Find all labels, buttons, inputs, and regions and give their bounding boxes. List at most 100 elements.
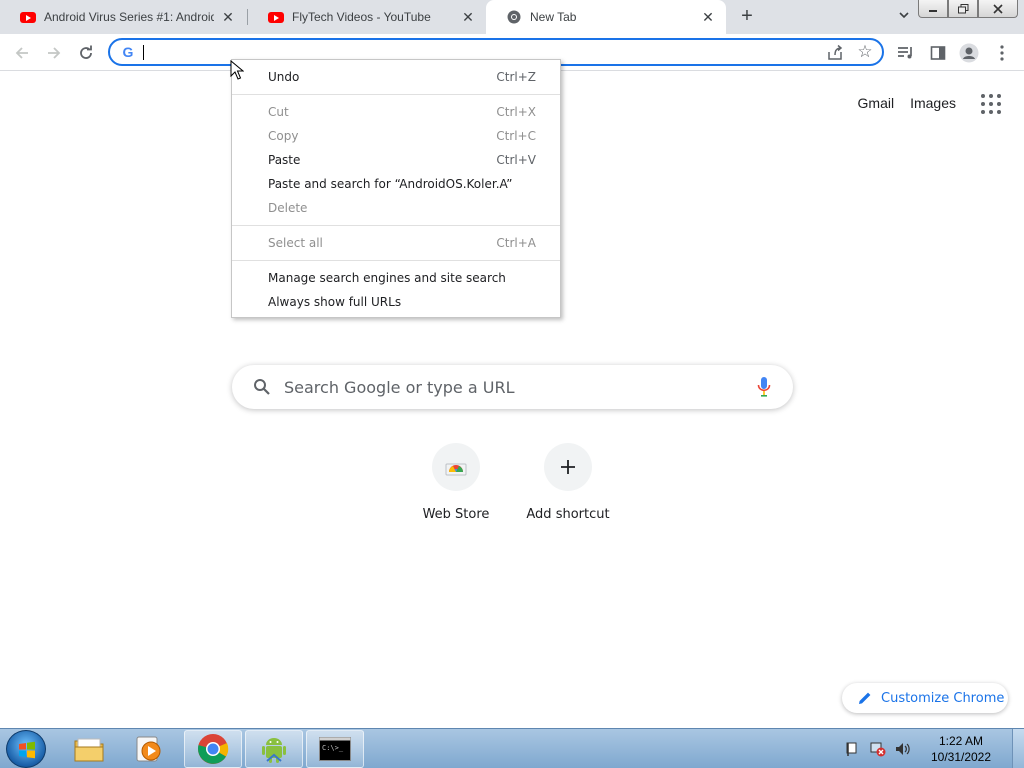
reading-list-button[interactable] xyxy=(894,41,918,65)
menu-item-label: Undo xyxy=(268,70,300,84)
start-button[interactable] xyxy=(6,730,46,768)
profile-button[interactable] xyxy=(957,41,981,65)
menu-item-select-all[interactable]: Select all Ctrl+A xyxy=(232,231,560,255)
plus-icon xyxy=(544,443,592,491)
tab-android-virus[interactable]: Android Virus Series #1: Android ✕ xyxy=(0,0,246,34)
search-placeholder: Search Google or type a URL xyxy=(284,378,515,397)
menu-item-label: Paste and search for “AndroidOS.Koler.A” xyxy=(268,177,513,191)
reload-button[interactable] xyxy=(74,41,98,65)
share-icon[interactable] xyxy=(826,44,844,62)
images-link[interactable]: Images xyxy=(910,95,956,111)
volume-icon[interactable] xyxy=(895,741,911,757)
google-apps-icon[interactable] xyxy=(979,92,1003,116)
shortcut-label: Add shortcut xyxy=(526,507,610,522)
menu-separator xyxy=(232,260,560,261)
menu-item-shortcut: Ctrl+Z xyxy=(496,70,536,84)
ntp-header-links: Gmail Images xyxy=(858,95,956,111)
menu-item-copy[interactable]: Copy Ctrl+C xyxy=(232,124,560,148)
menu-item-label: Manage search engines and site search xyxy=(268,271,506,285)
menu-item-label: Delete xyxy=(268,201,308,215)
show-desktop-button[interactable] xyxy=(1012,729,1024,768)
tab-title: FlyTech Videos - YouTube xyxy=(292,10,431,24)
menu-item-label: Copy xyxy=(268,129,299,143)
menu-item-undo[interactable]: Undo Ctrl+Z xyxy=(232,65,560,89)
avatar-icon xyxy=(959,43,979,63)
tab-search-icon[interactable] xyxy=(896,9,912,25)
menu-item-delete[interactable]: Delete xyxy=(232,196,560,220)
forward-arrow-icon xyxy=(48,47,61,59)
network-error-icon[interactable] xyxy=(870,741,886,757)
system-tray: 1:22 AM 10/31/2022 xyxy=(845,729,1024,768)
window-controls xyxy=(918,0,1018,18)
shortcut-web-store[interactable]: Web Store xyxy=(400,443,512,522)
shortcut-add[interactable]: Add shortcut xyxy=(512,443,624,522)
close-window-button[interactable] xyxy=(978,0,1018,18)
ntp-search-box[interactable]: Search Google or type a URL xyxy=(232,365,793,409)
search-icon xyxy=(254,379,270,395)
folder-icon xyxy=(74,738,104,762)
android-icon xyxy=(262,738,286,763)
customize-label: Customize Chrome xyxy=(881,690,1005,706)
menu-item-paste-and-search[interactable]: Paste and search for “AndroidOS.Koler.A” xyxy=(232,172,560,196)
windows-logo-icon xyxy=(19,741,35,759)
menu-item-label: Always show full URLs xyxy=(268,295,402,309)
taskbar-chrome[interactable] xyxy=(184,730,242,768)
clock-time: 1:22 AM xyxy=(938,734,984,748)
pencil-icon xyxy=(859,692,871,704)
cmd-text: C:\>_ xyxy=(322,744,344,752)
windows-taskbar: C:\>_ 1:22 AM 10/31/2022 xyxy=(0,728,1024,768)
side-panel-button[interactable] xyxy=(926,41,950,65)
tab-title: Android Virus Series #1: Android xyxy=(44,10,214,24)
tab-title: New Tab xyxy=(530,10,577,24)
menu-separator xyxy=(232,225,560,226)
web-store-icon xyxy=(432,443,480,491)
side-panel-icon xyxy=(930,46,946,60)
shortcut-label: Web Store xyxy=(422,507,490,522)
taskbar-command-prompt[interactable]: C:\>_ xyxy=(306,730,364,768)
youtube-icon xyxy=(20,9,36,25)
restore-button[interactable] xyxy=(948,0,978,18)
close-icon[interactable]: ✕ xyxy=(700,9,716,25)
taskbar-clock[interactable]: 1:22 AM 10/31/2022 xyxy=(920,733,1002,765)
menu-item-always-show-full-urls[interactable]: Always show full URLs xyxy=(232,290,560,314)
menu-item-paste[interactable]: Paste Ctrl+V xyxy=(232,148,560,172)
menu-item-shortcut: Ctrl+A xyxy=(496,236,536,250)
customize-chrome-button[interactable]: Customize Chrome xyxy=(842,683,1008,713)
close-icon[interactable]: ✕ xyxy=(220,9,236,25)
new-tab-button[interactable]: + xyxy=(737,6,757,27)
media-queue-icon xyxy=(898,47,912,59)
action-center-flag-icon[interactable] xyxy=(845,741,861,757)
taskbar-android[interactable] xyxy=(245,730,303,768)
back-button[interactable] xyxy=(10,41,34,65)
cmd-icon: C:\>_ xyxy=(319,737,351,761)
menu-item-label: Paste xyxy=(268,153,301,167)
gmail-link[interactable]: Gmail xyxy=(858,95,895,111)
media-player-icon xyxy=(136,736,161,762)
bookmark-star-icon[interactable]: ☆ xyxy=(856,43,874,61)
menu-item-cut[interactable]: Cut Ctrl+X xyxy=(232,100,560,124)
forward-button[interactable] xyxy=(42,41,66,65)
menu-item-manage-search-engines[interactable]: Manage search engines and site search xyxy=(232,266,560,290)
clock-date: 10/31/2022 xyxy=(930,750,992,764)
minimize-button[interactable] xyxy=(918,0,948,18)
menu-separator xyxy=(232,94,560,95)
omnibox-context-menu: Undo Ctrl+Z Cut Ctrl+X Copy Ctrl+C Paste… xyxy=(231,59,561,318)
tab-strip: Android Virus Series #1: Android ✕ FlyTe… xyxy=(0,0,1024,34)
chrome-icon xyxy=(506,9,522,25)
close-icon[interactable]: ✕ xyxy=(460,9,476,25)
tab-flytech[interactable]: FlyTech Videos - YouTube ✕ xyxy=(248,0,486,34)
tab-new-tab[interactable]: New Tab ✕ xyxy=(486,0,726,34)
menu-item-shortcut: Ctrl+X xyxy=(496,105,536,119)
menu-button[interactable] xyxy=(990,41,1014,65)
taskbar-explorer[interactable] xyxy=(60,730,118,768)
mouse-cursor-icon xyxy=(230,60,244,80)
back-arrow-icon xyxy=(15,47,28,59)
microphone-icon[interactable] xyxy=(757,376,771,398)
more-vert-icon xyxy=(1000,45,1004,61)
menu-item-shortcut: Ctrl+C xyxy=(496,129,536,143)
menu-item-label: Select all xyxy=(268,236,323,250)
taskbar-media-player[interactable] xyxy=(120,730,178,768)
chrome-icon xyxy=(198,734,229,764)
youtube-icon xyxy=(268,9,284,25)
menu-item-shortcut: Ctrl+V xyxy=(496,153,536,167)
